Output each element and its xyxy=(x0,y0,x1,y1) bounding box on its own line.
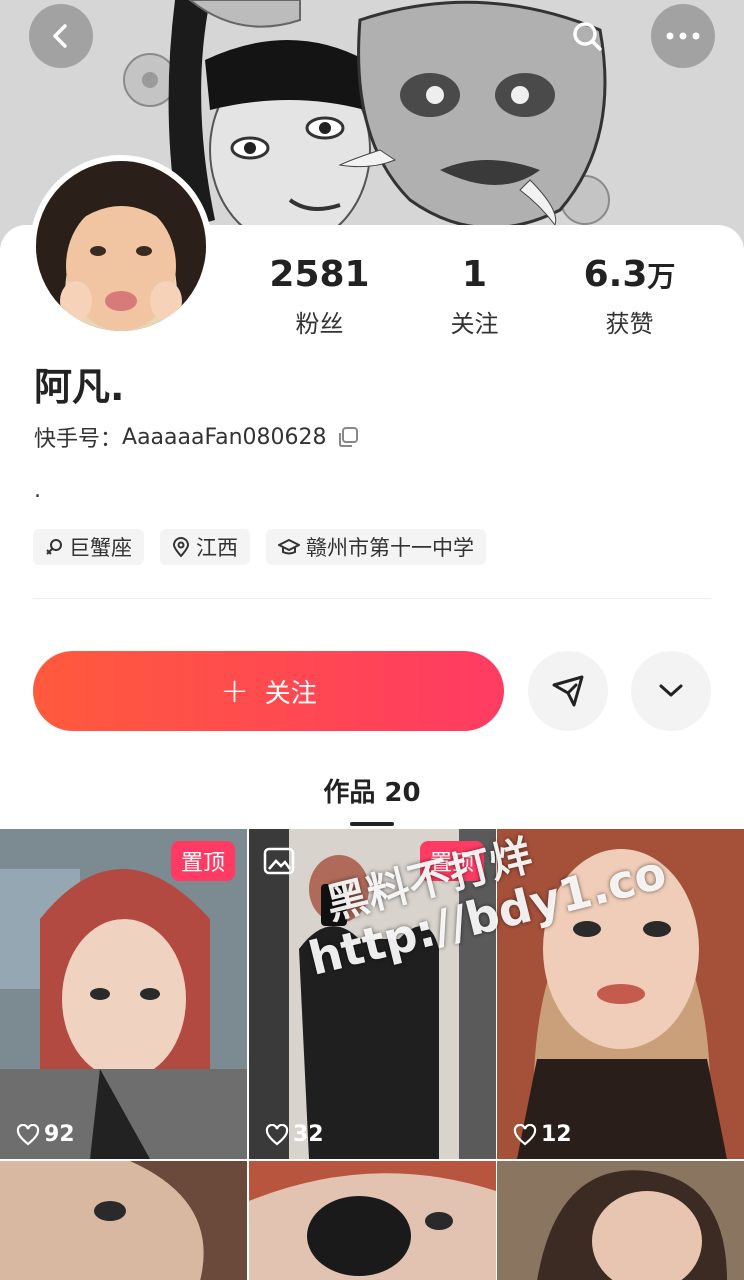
pinned-badge: 置顶 xyxy=(170,841,235,881)
tag-zodiac[interactable]: 巨蟹座 xyxy=(33,529,144,565)
profile-bio: . xyxy=(34,478,41,503)
like-count: 92 xyxy=(16,1122,75,1147)
video-thumbnail[interactable] xyxy=(249,1161,496,1280)
video-thumbnail[interactable] xyxy=(0,1161,247,1280)
likes-label: 获赞 xyxy=(605,310,654,338)
more-options-button[interactable] xyxy=(651,4,715,68)
back-button[interactable] xyxy=(29,4,93,68)
video-thumbnail[interactable]: 置顶 32 xyxy=(249,829,496,1159)
like-count: 12 xyxy=(513,1122,572,1147)
gallery-icon xyxy=(263,847,295,875)
kuaishou-id-value: AaaaaaFan080628 xyxy=(122,424,327,450)
following-count: 1 xyxy=(461,254,488,295)
likes-count: 6.3万 xyxy=(583,254,676,295)
avatar[interactable] xyxy=(30,155,212,337)
avatar-photo xyxy=(36,161,206,331)
send-icon xyxy=(552,675,584,707)
more-dots-icon xyxy=(666,32,700,40)
chevron-down-icon xyxy=(659,684,683,697)
avatar-portrait xyxy=(36,161,206,331)
followers-count: 2581 xyxy=(269,254,370,295)
tab-indicator xyxy=(350,822,394,826)
zodiac-icon xyxy=(46,539,62,555)
chevron-left-icon xyxy=(53,24,67,48)
tag-school[interactable]: 赣州市第十一中学 xyxy=(266,529,486,565)
video-thumbnail-image xyxy=(497,1161,744,1280)
video-grid: 置顶 92 置顶 32 12 xyxy=(0,829,744,1280)
video-thumbnail-image xyxy=(249,1161,496,1280)
video-thumbnail[interactable]: 置顶 92 xyxy=(0,829,247,1159)
profile-name: 阿凡. xyxy=(34,365,125,409)
tag-school-label: 赣州市第十一中学 xyxy=(306,536,474,560)
heart-icon xyxy=(513,1123,537,1145)
video-thumbnail-image xyxy=(497,829,744,1159)
follow-button[interactable]: + 关注 xyxy=(33,651,504,731)
following-label: 关注 xyxy=(450,310,499,338)
tag-location-label: 江西 xyxy=(196,536,238,560)
followers-stat[interactable]: 2581 粉丝 xyxy=(242,254,397,339)
search-button[interactable] xyxy=(555,4,619,68)
heart-icon xyxy=(16,1123,40,1145)
profile-stats: 2581 粉丝 1 关注 6.3万 获赞 xyxy=(242,254,722,339)
followers-label: 粉丝 xyxy=(295,310,344,338)
tag-location[interactable]: 江西 xyxy=(160,529,250,565)
recommend-dropdown-button[interactable] xyxy=(631,651,711,731)
location-pin-icon xyxy=(172,537,190,557)
pinned-badge: 置顶 xyxy=(419,841,484,881)
graduation-cap-icon xyxy=(278,539,300,555)
follow-button-label: 关注 xyxy=(264,678,317,709)
like-count-value: 92 xyxy=(44,1122,75,1147)
kuaishou-id-row: 快手号： AaaaaaFan080628 xyxy=(34,421,359,453)
video-thumbnail[interactable] xyxy=(497,1161,744,1280)
likes-stat[interactable]: 6.3万 获赞 xyxy=(552,254,707,339)
video-thumbnail-image xyxy=(0,1161,247,1280)
profile-tags: 巨蟹座 江西 赣州市第十一中学 xyxy=(33,529,486,565)
plus-icon: + xyxy=(220,671,249,711)
following-stat[interactable]: 1 关注 xyxy=(397,254,552,339)
tab-works[interactable]: 作品 20 xyxy=(0,772,744,809)
divider xyxy=(33,598,711,599)
kuaishou-id-label: 快手号： xyxy=(34,427,123,452)
video-thumbnail[interactable]: 12 xyxy=(497,829,744,1159)
like-count-value: 32 xyxy=(293,1122,324,1147)
like-count: 32 xyxy=(265,1122,324,1147)
tag-zodiac-label: 巨蟹座 xyxy=(69,536,132,560)
like-count-value: 12 xyxy=(541,1122,572,1147)
message-button[interactable] xyxy=(528,651,608,731)
search-icon xyxy=(573,22,602,51)
heart-icon xyxy=(265,1123,289,1145)
copy-icon[interactable] xyxy=(337,426,359,448)
